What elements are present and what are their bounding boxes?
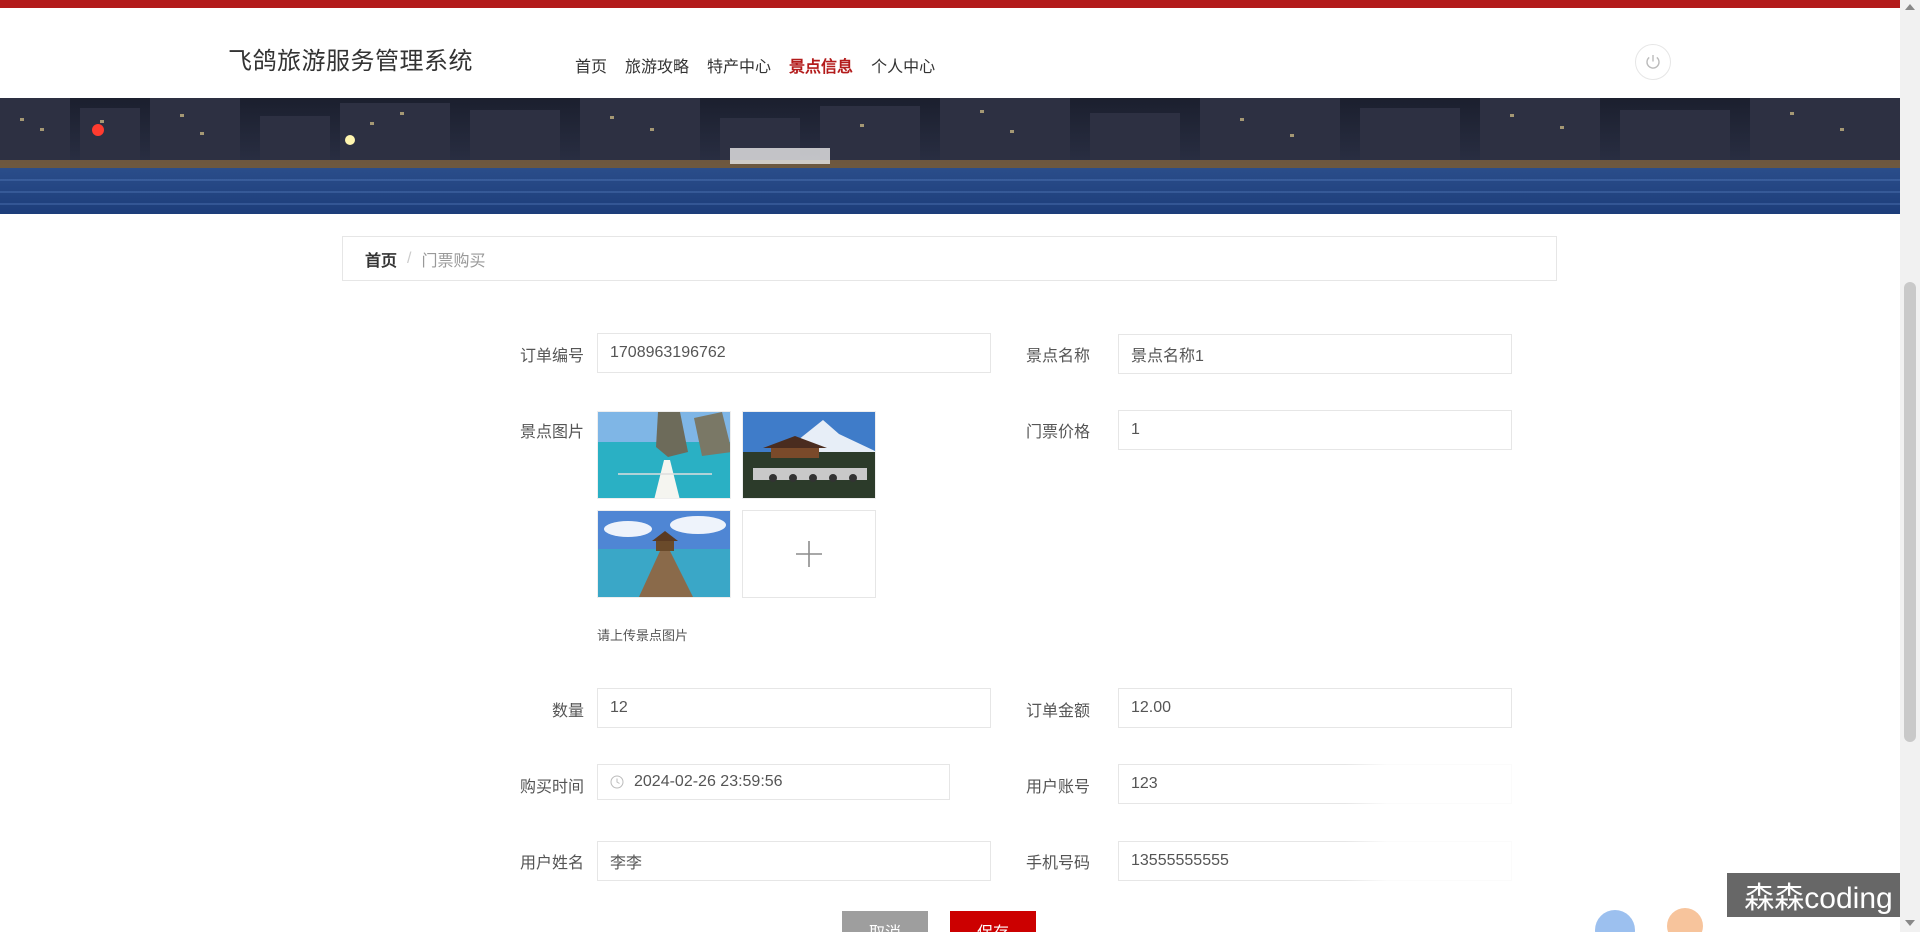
upload-image-button[interactable] — [742, 510, 876, 598]
plus-icon — [796, 541, 822, 567]
page-scrollbar[interactable] — [1900, 0, 1920, 932]
order-amount-label: 订单金额 — [1025, 703, 1090, 720]
watermark: 森森coding — [1727, 873, 1910, 917]
cancel-button[interactable]: 取消 — [842, 911, 928, 932]
user-account-label: 用户账号 — [1025, 779, 1090, 796]
scenic-image-thumbnail[interactable] — [742, 411, 876, 499]
power-icon[interactable] — [1635, 44, 1671, 80]
ticket-price-label: 门票价格 — [1025, 424, 1090, 441]
breadcrumb-separator: / — [407, 249, 412, 267]
scroll-down-arrow-icon[interactable] — [1905, 920, 1915, 926]
nav-scenic-info[interactable]: 景点信息 — [789, 53, 853, 77]
breadcrumb-current: 门票购买 — [421, 252, 486, 270]
nav-home[interactable]: 首页 — [575, 53, 607, 77]
nav-specialty-center[interactable]: 特产中心 — [707, 53, 771, 77]
order-no-label: 订单编号 — [519, 348, 584, 365]
nav-personal-center[interactable]: 个人中心 — [871, 53, 935, 77]
top-accent-stripe — [0, 0, 1920, 8]
quantity-field[interactable]: 12 — [597, 688, 991, 728]
scenic-name-field[interactable]: 景点名称1 — [1118, 334, 1512, 374]
scenic-image-label: 景点图片 — [519, 424, 584, 441]
upload-hint: 请上传景点图片 — [597, 628, 689, 643]
scenic-image-thumbnail[interactable] — [597, 510, 731, 598]
user-name-field[interactable]: 李李 — [597, 841, 991, 881]
purchase-time-field[interactable]: 2024-02-26 23:59:56 — [597, 764, 950, 800]
order-amount-field[interactable]: 12.00 — [1118, 688, 1512, 728]
order-no-field[interactable]: 1708963196762 — [597, 333, 991, 373]
user-name-label: 用户姓名 — [519, 855, 584, 872]
quantity-label: 数量 — [551, 703, 584, 720]
scrollbar-thumb[interactable] — [1904, 282, 1916, 742]
purchase-time-label: 购买时间 — [519, 779, 584, 796]
scroll-fade-overlay — [1345, 760, 1515, 885]
breadcrumb-home[interactable]: 首页 — [365, 247, 397, 271]
site-title: 飞鸽旅游服务管理系统 — [228, 48, 473, 75]
purchase-time-value: 2024-02-26 23:59:56 — [634, 773, 783, 790]
header: 飞鸽旅游服务管理系统 首页 旅游攻略 特产中心 景点信息 个人中心 — [0, 8, 1900, 98]
phone-label: 手机号码 — [1025, 855, 1090, 872]
city-night-banner — [0, 98, 1900, 214]
main-nav: 首页 旅游攻略 特产中心 景点信息 个人中心 — [575, 53, 935, 77]
breadcrumb: 首页 / 门票购买 — [342, 236, 1557, 281]
clock-icon — [610, 775, 624, 789]
ticket-price-field[interactable]: 1 — [1118, 410, 1512, 450]
scroll-up-arrow-icon[interactable] — [1905, 4, 1915, 10]
scenic-image-thumbnail[interactable] — [597, 411, 731, 499]
scenic-name-label: 景点名称 — [1025, 348, 1090, 365]
save-button[interactable]: 保存 — [950, 911, 1036, 932]
nav-travel-guides[interactable]: 旅游攻略 — [625, 53, 689, 77]
corner-decor — [1595, 908, 1703, 932]
